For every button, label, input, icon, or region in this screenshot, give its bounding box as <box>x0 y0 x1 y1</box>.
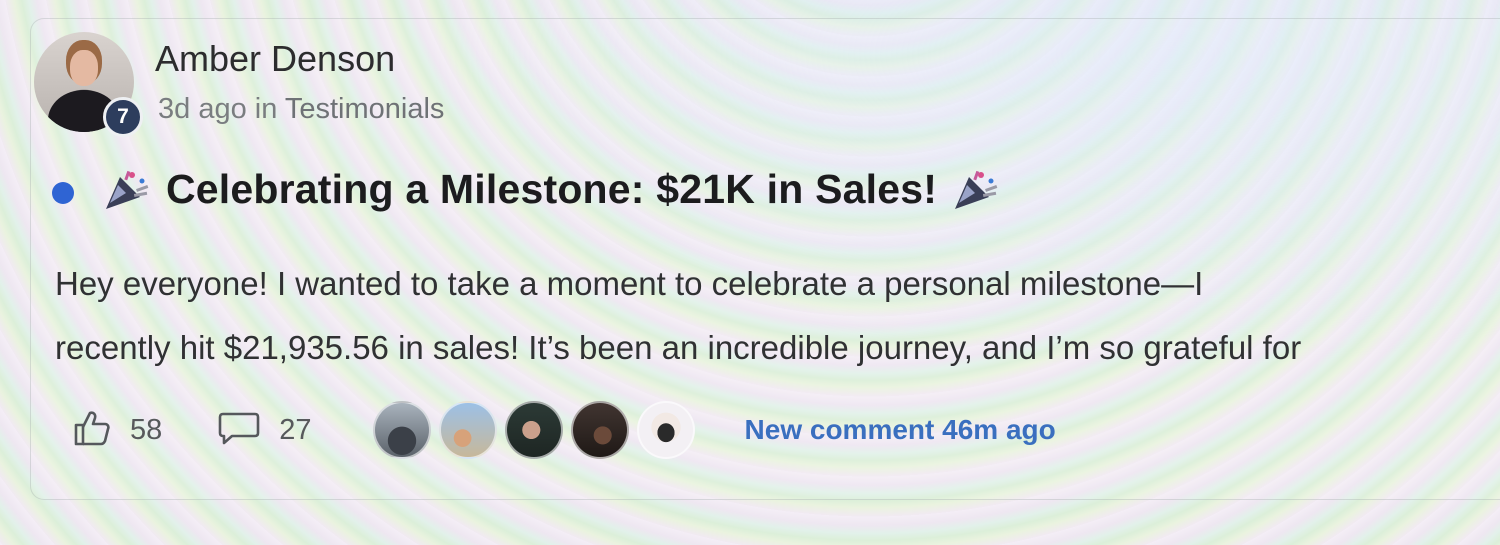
comment-button[interactable]: 27 <box>217 408 312 453</box>
post-body[interactable]: Hey everyone! I wanted to take a moment … <box>55 252 1500 380</box>
like-count: 58 <box>130 413 163 446</box>
post-time: 3d ago in <box>158 93 278 125</box>
party-popper-icon <box>102 167 152 213</box>
party-popper-icon <box>951 167 1001 213</box>
post-body-line: Hey everyone! I wanted to take a moment … <box>55 265 1204 302</box>
post-category[interactable]: Testimonials <box>285 93 445 125</box>
comment-bubble-icon <box>217 408 261 453</box>
commenter-avatar-5[interactable] <box>636 401 695 459</box>
post-meta: 3d ago in Testimonials <box>158 93 444 126</box>
commenter-avatar-1[interactable] <box>372 401 431 459</box>
comment-count: 27 <box>279 413 312 446</box>
author-name[interactable]: Amber Denson <box>155 38 395 80</box>
thumbs-up-icon <box>72 408 112 453</box>
unread-dot <box>52 182 74 204</box>
post-title[interactable]: Celebrating a Milestone: $21K in Sales! <box>166 166 937 213</box>
commenter-avatar-4[interactable] <box>570 401 629 459</box>
post-body-line: recently hit $21,935.56 in sales! It’s b… <box>55 329 1302 366</box>
like-button[interactable]: 58 <box>72 408 162 453</box>
new-comment-link[interactable]: New comment 46m ago <box>745 414 1056 446</box>
post-title-row[interactable]: Celebrating a Milestone: $21K in Sales! <box>102 166 1001 213</box>
post-footer: 58 27 New comment 46m ago <box>72 400 1056 460</box>
commenter-avatar-2[interactable] <box>438 401 497 459</box>
avatar-face <box>70 50 98 86</box>
commenter-avatar-3[interactable] <box>504 401 563 459</box>
commenter-avatars[interactable] <box>372 401 703 459</box>
level-badge: 7 <box>103 97 143 137</box>
